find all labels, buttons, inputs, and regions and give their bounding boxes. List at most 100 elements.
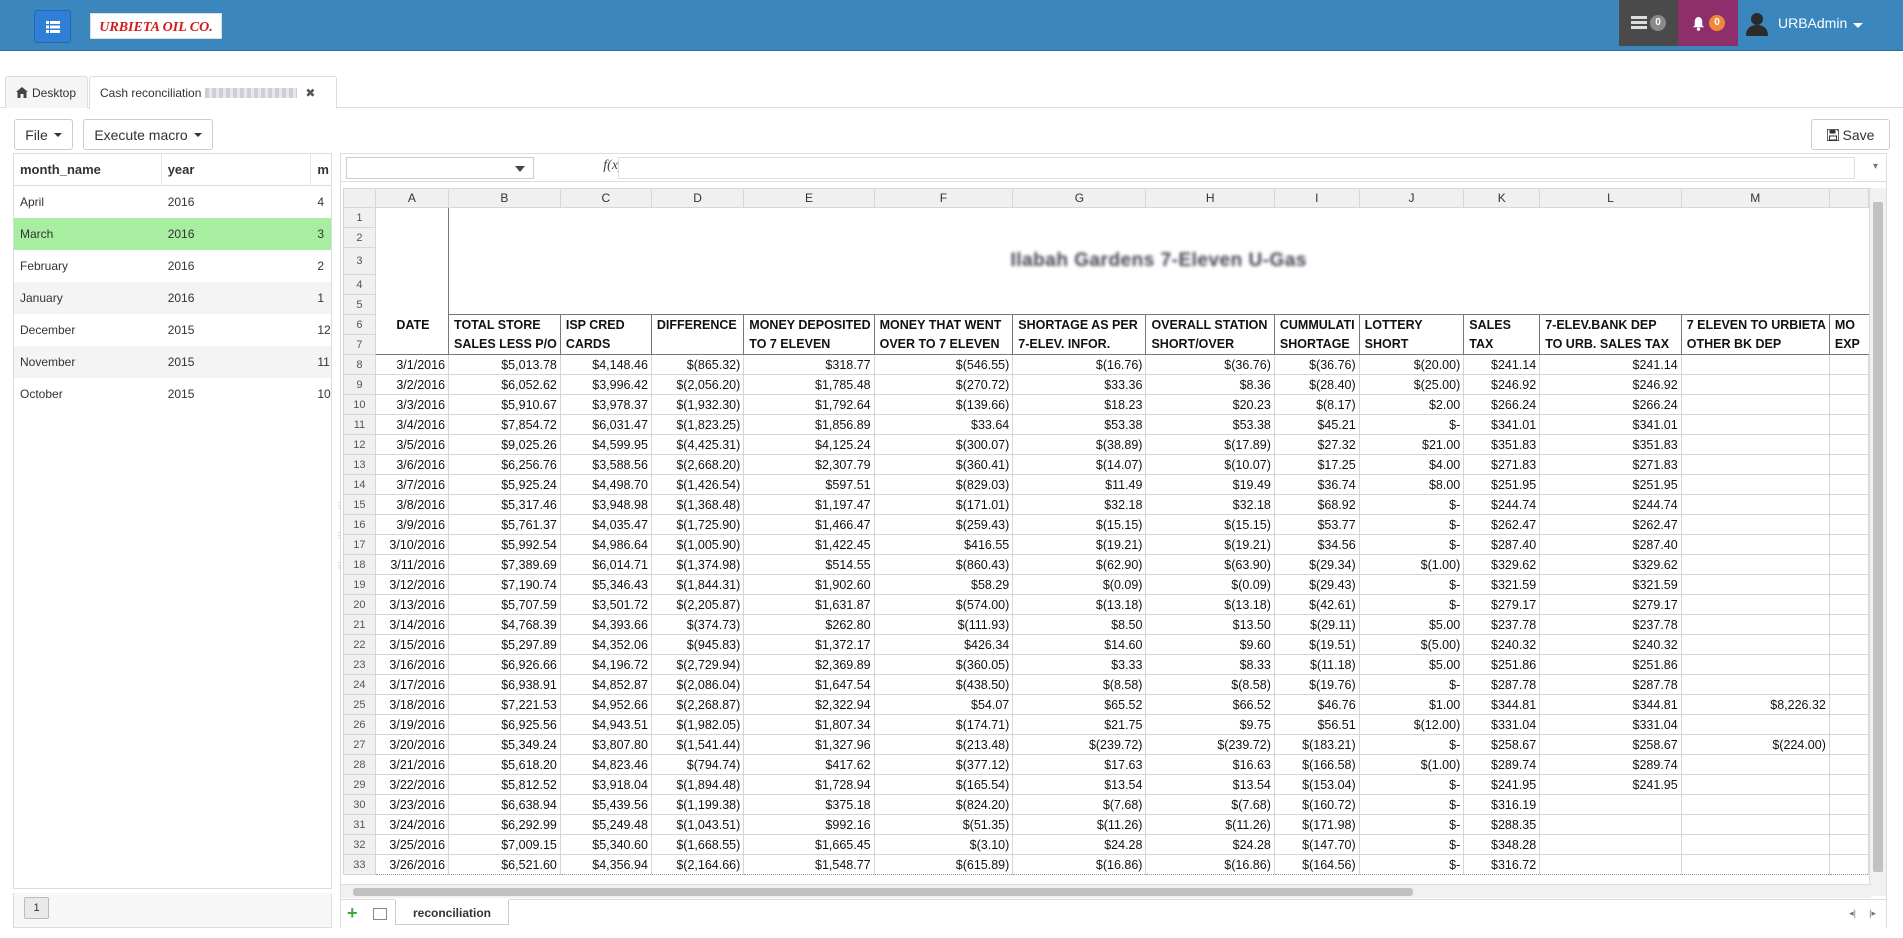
value-cell[interactable]: $329.62 xyxy=(1539,554,1682,575)
value-cell[interactable]: $2,322.94 xyxy=(743,694,875,715)
value-cell[interactable]: $(139.66) xyxy=(873,394,1014,415)
value-cell[interactable]: $3,948.98 xyxy=(559,494,652,515)
column-title-cell[interactable]: SALES xyxy=(1463,314,1540,335)
value-cell[interactable] xyxy=(1828,434,1869,455)
value-cell[interactable]: $(1,823.25) xyxy=(650,414,745,435)
value-cell[interactable]: $4,952.66 xyxy=(559,694,652,715)
value-cell[interactable]: $(29.34) xyxy=(1273,554,1360,575)
formula-input[interactable] xyxy=(618,157,1855,179)
value-cell[interactable]: $(360.05) xyxy=(873,654,1014,675)
value-cell[interactable]: $6,521.60 xyxy=(448,854,561,875)
value-cell[interactable]: $(824.20) xyxy=(873,794,1014,815)
column-letter-header[interactable]: L xyxy=(1539,188,1682,208)
value-cell[interactable]: $(829.03) xyxy=(873,474,1014,495)
value-cell[interactable]: $45.21 xyxy=(1273,414,1360,435)
row-number-header[interactable]: 32 xyxy=(343,834,376,855)
value-cell[interactable]: $3,978.37 xyxy=(559,394,652,415)
vertical-scrollbar[interactable] xyxy=(1869,188,1886,896)
value-cell[interactable]: $20.23 xyxy=(1145,394,1275,415)
value-cell[interactable] xyxy=(1539,834,1682,855)
row-number-header[interactable]: 8 xyxy=(343,354,376,375)
vertical-scroll-thumb[interactable] xyxy=(1873,202,1883,872)
column-letter-header[interactable]: C xyxy=(559,188,652,208)
value-cell[interactable]: $(16.86) xyxy=(1012,854,1147,875)
value-cell[interactable] xyxy=(1828,694,1869,715)
column-title-cell[interactable]: 7 ELEVEN TO URBIETA xyxy=(1680,314,1830,335)
value-cell[interactable]: $(11.26) xyxy=(1012,814,1147,835)
value-cell[interactable]: $9,025.26 xyxy=(448,434,561,455)
row-number-header[interactable]: 10 xyxy=(343,394,376,415)
row-number-header[interactable]: 4 xyxy=(343,274,376,295)
merged-title-cell[interactable]: Ilabah Gardens 7-Eleven U-Gas xyxy=(448,207,1869,315)
value-cell[interactable]: $(160.72) xyxy=(1273,794,1360,815)
value-cell[interactable] xyxy=(1680,494,1830,515)
date-cell[interactable]: 3/3/2016 xyxy=(374,394,450,415)
date-cell[interactable]: 3/7/2016 xyxy=(374,474,450,495)
date-cell[interactable]: 3/26/2016 xyxy=(374,854,450,875)
value-cell[interactable]: $(13.18) xyxy=(1145,594,1275,615)
value-cell[interactable]: $(42.61) xyxy=(1273,594,1360,615)
value-cell[interactable]: $(374.73) xyxy=(650,614,745,635)
date-cell[interactable]: 3/14/2016 xyxy=(374,614,450,635)
value-cell[interactable] xyxy=(1828,654,1869,675)
value-cell[interactable]: $289.74 xyxy=(1463,754,1541,775)
row-number-header[interactable]: 7 xyxy=(343,334,376,355)
column-title-cell[interactable]: TOTAL STORE xyxy=(448,314,561,335)
value-cell[interactable]: $2,369.89 xyxy=(743,654,875,675)
date-cell[interactable]: 3/22/2016 xyxy=(374,774,450,795)
value-cell[interactable]: $5,249.48 xyxy=(559,814,652,835)
value-cell[interactable] xyxy=(1680,354,1830,375)
value-cell[interactable]: $4,599.95 xyxy=(559,434,652,455)
value-cell[interactable]: $1,665.45 xyxy=(743,834,875,855)
value-cell[interactable]: $4.00 xyxy=(1358,454,1465,475)
column-title-cell[interactable]: SHORT xyxy=(1358,334,1464,355)
value-cell[interactable]: $6,031.47 xyxy=(559,414,652,435)
value-cell[interactable]: $321.59 xyxy=(1463,574,1541,595)
value-cell[interactable]: $(8.17) xyxy=(1273,394,1360,415)
sheet-cell[interactable] xyxy=(375,227,450,248)
value-cell[interactable]: $241.14 xyxy=(1463,354,1541,375)
value-cell[interactable] xyxy=(1539,794,1682,815)
column-letter-header[interactable]: A xyxy=(374,188,450,208)
row-number-header[interactable]: 27 xyxy=(343,734,376,755)
horizontal-scrollbar[interactable] xyxy=(341,884,1871,898)
value-cell[interactable] xyxy=(1680,674,1830,695)
value-cell[interactable]: $24.28 xyxy=(1012,834,1147,855)
value-cell[interactable] xyxy=(1828,714,1869,735)
value-cell[interactable]: $(239.72) xyxy=(1145,734,1275,755)
value-cell[interactable]: $- xyxy=(1358,854,1465,875)
value-cell[interactable] xyxy=(1680,634,1830,655)
row-number-header[interactable]: 22 xyxy=(343,634,376,655)
month-list-row[interactable]: April 2016 4 xyxy=(14,186,331,218)
value-cell[interactable] xyxy=(1828,474,1869,495)
value-cell[interactable]: $1,792.64 xyxy=(743,394,875,415)
value-cell[interactable] xyxy=(1680,454,1830,475)
value-cell[interactable]: $1,807.34 xyxy=(743,714,875,735)
column-title-cell[interactable]: 7-ELEV.BANK DEP xyxy=(1539,314,1682,335)
value-cell[interactable]: $5.00 xyxy=(1358,614,1465,635)
value-cell[interactable]: $- xyxy=(1358,674,1465,695)
value-cell[interactable]: $8,226.32 xyxy=(1680,694,1830,715)
value-cell[interactable] xyxy=(1680,474,1830,495)
first-sheet-icon[interactable]: ◂| xyxy=(1849,908,1856,919)
row-number-header[interactable]: 5 xyxy=(343,294,376,315)
value-cell[interactable]: $(19.21) xyxy=(1012,534,1147,555)
value-cell[interactable]: $(865.32) xyxy=(650,354,745,375)
value-cell[interactable]: $331.04 xyxy=(1539,714,1682,735)
row-number-header[interactable]: 19 xyxy=(343,574,376,595)
date-cell[interactable]: 3/2/2016 xyxy=(374,374,450,395)
value-cell[interactable] xyxy=(1680,854,1830,875)
value-cell[interactable]: $1,856.89 xyxy=(743,414,875,435)
row-number-header[interactable]: 1 xyxy=(343,207,376,228)
value-cell[interactable]: $1,728.94 xyxy=(743,774,875,795)
value-cell[interactable]: $5,910.67 xyxy=(448,394,561,415)
value-cell[interactable]: $241.14 xyxy=(1539,354,1682,375)
value-cell[interactable]: $(8.58) xyxy=(1145,674,1275,695)
value-cell[interactable]: $348.28 xyxy=(1463,834,1541,855)
column-title-cell[interactable]: CARDS xyxy=(559,334,652,355)
value-cell[interactable]: $32.18 xyxy=(1012,494,1147,515)
row-number-header[interactable]: 26 xyxy=(343,714,376,735)
value-cell[interactable]: $7,221.53 xyxy=(448,694,561,715)
value-cell[interactable]: $426.34 xyxy=(873,634,1014,655)
value-cell[interactable]: $(36.76) xyxy=(1273,354,1360,375)
